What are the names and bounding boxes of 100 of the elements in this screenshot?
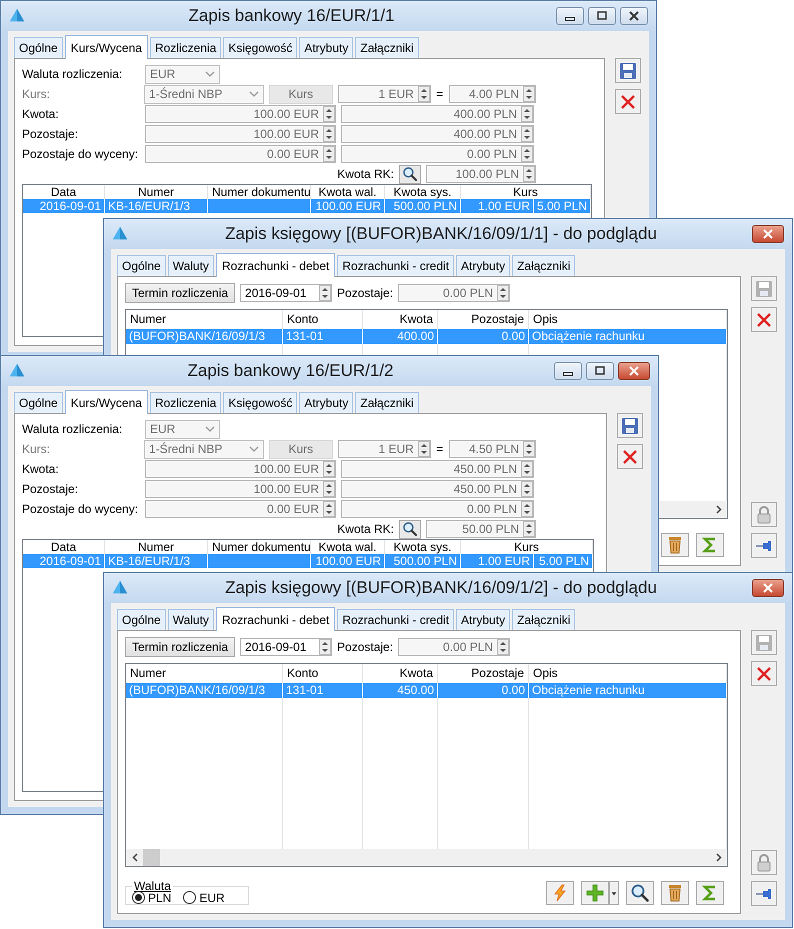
tab[interactable]: Rozrachunki - debet	[216, 607, 336, 631]
tab[interactable]: Ogólne	[117, 609, 166, 630]
amount-field[interactable]: 0.00 EUR	[145, 500, 336, 518]
close-button[interactable]	[752, 225, 784, 243]
date-field[interactable]: 2016-09-01	[240, 284, 332, 302]
minimize-button[interactable]	[556, 7, 584, 25]
search-button[interactable]	[399, 520, 421, 538]
amount-field[interactable]: 100.00 EUR	[145, 105, 336, 123]
maximize-icon	[595, 10, 609, 22]
currency-dropdown[interactable]: EUR	[145, 420, 220, 438]
horizontal-scrollbar[interactable]	[126, 849, 727, 866]
tab[interactable]: Ogólne	[14, 392, 63, 413]
tab[interactable]: Atrybuty	[456, 255, 510, 276]
tab[interactable]: Rozliczenia	[150, 392, 222, 413]
spinner-icon	[497, 285, 510, 301]
tab[interactable]: Atrybuty	[456, 609, 510, 630]
generate-button[interactable]	[546, 881, 574, 905]
delete-button[interactable]	[615, 89, 641, 114]
sum-button[interactable]	[696, 533, 724, 557]
amount-field[interactable]: 400.00 PLN	[341, 125, 534, 143]
tab[interactable]: Ogólne	[14, 37, 63, 58]
amount-field[interactable]: 450.00 PLN	[341, 480, 534, 498]
tab[interactable]: Waluty	[168, 609, 214, 630]
tab[interactable]: Księgowość	[223, 392, 298, 413]
spinner-icon	[521, 461, 533, 477]
spinner-icon	[323, 146, 335, 162]
tab[interactable]: Rozliczenia	[150, 37, 222, 58]
minimize-button[interactable]	[554, 362, 582, 380]
pin-button[interactable]	[751, 881, 777, 906]
table-cell: Obciążenie rachunku	[529, 329, 727, 344]
tab[interactable]: Kurs/Wycena	[64, 35, 148, 59]
table-cell: 100.00 EUR	[311, 199, 385, 213]
maximize-button[interactable]	[588, 7, 616, 25]
maximize-button[interactable]	[586, 362, 614, 380]
close-button[interactable]	[618, 362, 650, 380]
table-cell: 2016-09-01	[23, 199, 105, 213]
lock-button[interactable]	[751, 502, 777, 527]
delete-button[interactable]	[661, 881, 689, 905]
tab[interactable]: Załączniki	[512, 255, 576, 276]
field-label: Pozostaje do wyceny:	[22, 147, 140, 161]
close-button[interactable]	[620, 7, 648, 25]
amount-field[interactable]: 0.00 PLN	[341, 500, 534, 518]
amount-field[interactable]: 0.00 EUR	[145, 145, 336, 163]
amount-field[interactable]: 400.00 PLN	[341, 105, 534, 123]
search-button[interactable]	[399, 164, 421, 184]
amount-field[interactable]: 0.00 PLN	[341, 145, 534, 163]
dropdown-button[interactable]	[609, 881, 619, 905]
tab[interactable]: Rozrachunki - credit	[337, 255, 454, 276]
field-label: Pozostaje:	[22, 482, 80, 496]
search-button[interactable]	[626, 881, 654, 905]
amount-field[interactable]: 100.00 EUR	[145, 480, 336, 498]
amount-field[interactable]: 100.00 PLN	[426, 165, 536, 183]
amount-field[interactable]: 450.00 PLN	[341, 460, 534, 478]
amount-field[interactable]: 100.00 EUR	[145, 125, 336, 143]
pin-button[interactable]	[751, 533, 777, 558]
radio-button[interactable]: PLN	[132, 893, 172, 902]
tab[interactable]: Atrybuty	[299, 392, 354, 413]
currency-dropdown[interactable]: EUR	[145, 64, 220, 84]
save-button[interactable]	[617, 413, 643, 438]
minimize-icon	[565, 16, 575, 20]
tab[interactable]: Księgowość	[223, 37, 298, 58]
tab[interactable]: Atrybuty	[299, 37, 354, 58]
sum-button[interactable]	[696, 881, 724, 905]
spinner-icon	[523, 86, 535, 102]
tab[interactable]: Rozrachunki - credit	[337, 609, 454, 630]
spinner-icon	[418, 86, 430, 102]
spinner-icon	[523, 521, 535, 537]
amount-field[interactable]: 50.00 PLN	[426, 520, 536, 538]
tab[interactable]: Rozrachunki - debet	[216, 253, 336, 277]
date-field[interactable]: 2016-09-01	[240, 638, 332, 656]
tab[interactable]: Załączniki	[355, 37, 419, 58]
save-button[interactable]	[615, 58, 641, 83]
tab[interactable]: Waluty	[168, 255, 214, 276]
delete-button[interactable]	[661, 533, 689, 557]
delete-button[interactable]	[751, 661, 777, 686]
table-cell: 2016-09-01	[23, 554, 105, 568]
amount-field[interactable]: 100.00 EUR	[145, 460, 336, 478]
delete-button[interactable]	[617, 444, 643, 469]
delete-button[interactable]	[751, 307, 777, 332]
field-label: Kwota RK:	[337, 167, 394, 181]
tab[interactable]: Załączniki	[355, 392, 419, 413]
due-date-button[interactable]: Termin rozliczenia	[125, 283, 236, 303]
window-title: Zapis bankowy 16/EUR/1/1	[188, 6, 396, 26]
lock-button[interactable]	[751, 850, 777, 875]
tab[interactable]: Ogólne	[117, 255, 166, 276]
scrollbar-thumb[interactable]	[143, 849, 160, 866]
radio-button[interactable]: EUR	[183, 893, 225, 902]
amount-field[interactable]: 0.00 PLN	[398, 638, 510, 656]
close-button[interactable]	[752, 579, 784, 597]
tab[interactable]: Załączniki	[512, 609, 576, 630]
close-icon	[627, 365, 641, 377]
due-date-button[interactable]: Termin rozliczenia	[125, 637, 236, 657]
spinner-icon	[323, 461, 335, 477]
field-label: Pozostaje:	[22, 127, 80, 141]
close-icon	[627, 10, 641, 22]
table-cell: KB-16/EUR/1/3	[105, 554, 208, 568]
tab[interactable]: Kurs/Wycena	[64, 390, 148, 414]
amount-field[interactable]: 0.00 PLN	[398, 284, 510, 302]
field-label: Pozostaje do wyceny:	[22, 502, 140, 516]
table-cell: 450.00	[363, 683, 438, 698]
